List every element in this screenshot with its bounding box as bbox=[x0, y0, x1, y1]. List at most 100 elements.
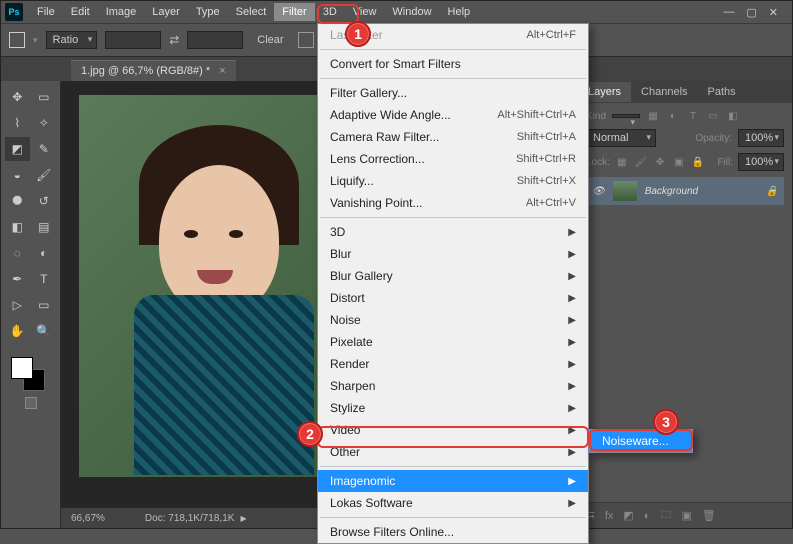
blur-tool[interactable]: ◌ bbox=[5, 241, 30, 265]
move-tool[interactable]: ✥ bbox=[5, 85, 30, 109]
menu-item-blur-gallery[interactable]: Blur Gallery▶ bbox=[318, 265, 588, 287]
layer-row[interactable]: 👁 Background 🔒 bbox=[586, 177, 784, 205]
filter-type-icon[interactable]: T bbox=[686, 109, 700, 123]
ratio-select[interactable]: Ratio bbox=[46, 31, 98, 49]
mask-icon[interactable]: ◩ bbox=[623, 509, 633, 522]
quick-select-tool[interactable]: ✧ bbox=[32, 111, 57, 135]
layer-lock-icon[interactable]: 🔒 bbox=[766, 186, 778, 197]
zoom-level[interactable]: 66,67% bbox=[71, 513, 105, 524]
swap-icon[interactable]: ⇄ bbox=[169, 33, 179, 47]
brush-tool[interactable]: 🖌 bbox=[32, 163, 57, 187]
doc-size[interactable]: Doc: 718,1K/718,1K bbox=[145, 513, 235, 524]
menu-item-filter-gallery[interactable]: Filter Gallery... bbox=[318, 82, 588, 104]
adjustment-icon[interactable]: ◐ bbox=[644, 510, 651, 522]
lock-transparent-icon[interactable]: ▦ bbox=[615, 155, 629, 169]
menu-item-noise[interactable]: Noise▶ bbox=[318, 309, 588, 331]
marquee-tool[interactable]: ▭ bbox=[32, 85, 57, 109]
menu-help[interactable]: Help bbox=[440, 3, 479, 21]
menu-separator bbox=[320, 517, 586, 518]
lock-image-icon[interactable]: 🖌 bbox=[634, 155, 648, 169]
new-layer-icon[interactable]: ▣ bbox=[681, 509, 691, 522]
menu-item-convert-smart[interactable]: Convert for Smart Filters bbox=[318, 53, 588, 75]
kind-select[interactable] bbox=[612, 114, 640, 118]
menu-item-liquify[interactable]: Liquify...Shift+Ctrl+X bbox=[318, 170, 588, 192]
menu-item-distort[interactable]: Distort▶ bbox=[318, 287, 588, 309]
crop-height-field[interactable] bbox=[187, 31, 243, 49]
fx-icon[interactable]: fx bbox=[605, 510, 614, 522]
crop-tool-icon[interactable] bbox=[9, 32, 25, 48]
close-icon[interactable]: ✕ bbox=[769, 6, 778, 19]
chevron-down-icon[interactable]: ▾ bbox=[33, 35, 38, 46]
lasso-tool[interactable]: ⌇ bbox=[5, 111, 30, 135]
menu-item-vanishing-point[interactable]: Vanishing Point...Alt+Ctrl+V bbox=[318, 192, 588, 214]
zoom-tool[interactable]: 🔍 bbox=[32, 319, 57, 343]
filter-smart-icon[interactable]: ◧ bbox=[726, 109, 740, 123]
close-tab-icon[interactable]: × bbox=[219, 65, 225, 77]
eyedropper-tool[interactable]: ✎ bbox=[32, 137, 57, 161]
eraser-tool[interactable]: ◧ bbox=[5, 215, 30, 239]
visibility-icon[interactable]: 👁 bbox=[592, 186, 605, 197]
filter-adjust-icon[interactable]: ◐ bbox=[666, 109, 680, 123]
layer-thumbnail[interactable] bbox=[613, 181, 637, 201]
menu-item-render[interactable]: Render▶ bbox=[318, 353, 588, 375]
group-icon[interactable]: 🗀 bbox=[660, 506, 671, 525]
menu-item-blur[interactable]: Blur▶ bbox=[318, 243, 588, 265]
lock-all-icon[interactable]: 🔒 bbox=[691, 155, 705, 169]
menu-item-pixelate[interactable]: Pixelate▶ bbox=[318, 331, 588, 353]
menu-item-camera-raw[interactable]: Camera Raw Filter...Shift+Ctrl+A bbox=[318, 126, 588, 148]
healing-tool[interactable]: ◒ bbox=[5, 163, 30, 187]
stamp-tool[interactable]: ⯃ bbox=[5, 189, 30, 213]
document-tab[interactable]: 1.jpg @ 66,7% (RGB/8#) * × bbox=[71, 60, 236, 81]
menu-view[interactable]: View bbox=[345, 3, 385, 21]
menu-item-browse-online[interactable]: Browse Filters Online... bbox=[318, 521, 588, 543]
foreground-color-swatch[interactable] bbox=[11, 357, 33, 379]
menu-item-3d[interactable]: 3D▶ bbox=[318, 221, 588, 243]
menu-edit[interactable]: Edit bbox=[63, 3, 98, 21]
opacity-field[interactable]: 100% bbox=[738, 129, 784, 147]
menu-item-sharpen[interactable]: Sharpen▶ bbox=[318, 375, 588, 397]
minimize-icon[interactable]: — bbox=[723, 6, 734, 19]
history-brush-tool[interactable]: ↺ bbox=[32, 189, 57, 213]
type-tool[interactable]: T bbox=[32, 267, 57, 291]
menu-item-stylize[interactable]: Stylize▶ bbox=[318, 397, 588, 419]
menu-layer[interactable]: Layer bbox=[144, 3, 188, 21]
crop-tool[interactable]: ◩ bbox=[5, 137, 30, 161]
menu-image[interactable]: Image bbox=[98, 3, 145, 21]
blend-mode-select[interactable]: Normal bbox=[586, 129, 656, 147]
submenu-item-noiseware[interactable]: Noiseware... bbox=[590, 430, 692, 452]
menu-item-video[interactable]: Video▶ bbox=[318, 419, 588, 441]
crop-width-field[interactable] bbox=[105, 31, 161, 49]
straighten-icon[interactable] bbox=[298, 32, 314, 48]
menu-select[interactable]: Select bbox=[228, 3, 275, 21]
menu-3d[interactable]: 3D bbox=[315, 3, 345, 21]
lock-position-icon[interactable]: ✥ bbox=[653, 155, 667, 169]
maximize-icon[interactable]: ▢ bbox=[746, 6, 756, 19]
tab-paths[interactable]: Paths bbox=[698, 82, 746, 102]
hand-tool[interactable]: ✋ bbox=[5, 319, 30, 343]
menu-type[interactable]: Type bbox=[188, 3, 228, 21]
app-logo: Ps bbox=[5, 3, 23, 21]
menu-item-lens-correction[interactable]: Lens Correction...Shift+Ctrl+R bbox=[318, 148, 588, 170]
dodge-tool[interactable]: ◐ bbox=[32, 241, 57, 265]
submenu-arrow-icon: ▶ bbox=[568, 249, 576, 260]
menu-item-adaptive-wide-angle[interactable]: Adaptive Wide Angle...Alt+Shift+Ctrl+A bbox=[318, 104, 588, 126]
menu-window[interactable]: Window bbox=[384, 3, 439, 21]
menu-filter[interactable]: Filter bbox=[274, 3, 314, 21]
clear-button[interactable]: Clear bbox=[251, 32, 289, 48]
pen-tool[interactable]: ✒ bbox=[5, 267, 30, 291]
tab-channels[interactable]: Channels bbox=[631, 82, 697, 102]
menu-file[interactable]: File bbox=[29, 3, 63, 21]
path-select-tool[interactable]: ▷ bbox=[5, 293, 30, 317]
menu-item-lokas-software[interactable]: Lokas Software▶ bbox=[318, 492, 588, 514]
shape-tool[interactable]: ▭ bbox=[32, 293, 57, 317]
trash-icon[interactable]: 🗑 bbox=[702, 509, 716, 522]
menu-item-other[interactable]: Other▶ bbox=[318, 441, 588, 463]
filter-shape-icon[interactable]: ▭ bbox=[706, 109, 720, 123]
gradient-tool[interactable]: ▤ bbox=[32, 215, 57, 239]
color-swatches[interactable] bbox=[5, 353, 56, 399]
filter-pixel-icon[interactable]: ▦ bbox=[646, 109, 660, 123]
menu-item-imagenomic[interactable]: Imagenomic▶ bbox=[318, 470, 588, 492]
status-menu-icon[interactable]: ▶ bbox=[240, 514, 246, 523]
lock-artboard-icon[interactable]: ▣ bbox=[672, 155, 686, 169]
fill-field[interactable]: 100% bbox=[738, 153, 784, 171]
